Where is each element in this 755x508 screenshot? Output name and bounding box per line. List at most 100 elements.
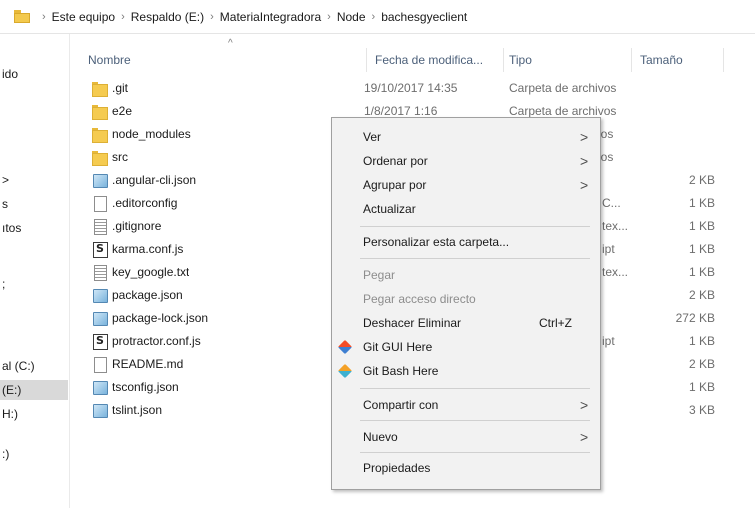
menu-separator xyxy=(360,226,590,227)
git-bash-icon xyxy=(337,363,353,379)
file-size: 1 KB xyxy=(688,242,715,256)
breadcrumb-materiaintegradora[interactable]: MateriaIntegradora xyxy=(220,10,321,24)
file-size: 1 KB xyxy=(688,265,715,279)
menu-item-git-gui[interactable]: Git GUI Here xyxy=(332,335,600,359)
menu-item-label: Pegar acceso directo xyxy=(363,292,476,306)
chevron-right-icon: > xyxy=(580,129,589,145)
nav-item[interactable]: ido xyxy=(0,64,68,84)
file-name: .angular-cli.json xyxy=(112,173,197,187)
breadcrumb-este-equipo[interactable]: Este equipo xyxy=(52,10,115,24)
file-name: package.json xyxy=(112,288,183,302)
file-size: 272 KB xyxy=(675,311,715,325)
chevron-right-icon[interactable]: › xyxy=(121,11,125,23)
column-header-name[interactable]: Nombre xyxy=(84,48,367,72)
menu-separator xyxy=(360,452,590,453)
chevron-right-icon: > xyxy=(580,397,589,413)
folder-icon xyxy=(92,149,108,166)
navigation-pane: ido > s ıtos ; al (C:) (E:) H:) :) xyxy=(0,34,70,508)
folder-icon xyxy=(92,103,108,120)
file-name: .git xyxy=(112,81,129,95)
menu-item-label: Personalizar esta carpeta... xyxy=(363,235,510,249)
menu-item-label: Agrupar por xyxy=(363,178,427,192)
shortcut-label: Ctrl+Z xyxy=(539,316,572,330)
menu-item-label: Ver xyxy=(363,130,382,144)
context-menu: Ver > Ordenar por > Agrupar por > Actual… xyxy=(331,117,601,490)
file-name: .editorconfig xyxy=(112,196,178,210)
file-name: e2e xyxy=(112,104,133,118)
nav-item[interactable]: :) xyxy=(0,444,68,464)
text-file-icon xyxy=(92,218,108,235)
json-file-icon xyxy=(92,287,108,303)
address-bar[interactable]: › Este equipo › Respaldo (E:) › MateriaI… xyxy=(0,0,755,34)
menu-item-label: Propiedades xyxy=(363,461,431,475)
nav-item-drive-c[interactable]: al (C:) xyxy=(0,356,68,376)
file-date: 19/10/2017 14:35 xyxy=(364,81,458,95)
menu-item-label: Nuevo xyxy=(363,430,398,444)
nav-item[interactable]: ; xyxy=(0,274,68,294)
menu-item-actualizar[interactable]: Actualizar xyxy=(332,197,600,221)
file-name: README.md xyxy=(112,357,184,371)
breadcrumb-respaldo[interactable]: Respaldo (E:) xyxy=(131,10,204,24)
file-size: 2 KB xyxy=(688,173,715,187)
file-icon xyxy=(92,195,108,212)
file-name: src xyxy=(112,150,128,164)
file-name: karma.conf.js xyxy=(112,242,184,256)
menu-item-agrupar-por[interactable]: Agrupar por > xyxy=(332,173,600,197)
file-size: 3 KB xyxy=(688,403,715,417)
file-name: node_modules xyxy=(112,127,191,141)
file-size: 1 KB xyxy=(688,334,715,348)
chevron-right-icon[interactable]: › xyxy=(42,11,46,23)
folder-icon xyxy=(92,126,108,143)
file-icon xyxy=(92,356,108,373)
nav-item[interactable]: > xyxy=(0,170,68,190)
column-header-type[interactable]: Tipo xyxy=(504,48,632,72)
menu-separator xyxy=(360,420,590,421)
menu-item-deshacer-eliminar[interactable]: Deshacer Eliminar Ctrl+Z xyxy=(332,311,600,335)
menu-item-ordenar-por[interactable]: Ordenar por > xyxy=(332,149,600,173)
breadcrumb-node[interactable]: Node xyxy=(337,10,366,24)
git-icon xyxy=(337,339,353,355)
menu-item-compartir-con[interactable]: Compartir con > xyxy=(332,393,600,417)
menu-item-pegar-acceso-directo: Pegar acceso directo xyxy=(332,287,600,311)
menu-item-ver[interactable]: Ver > xyxy=(332,125,600,149)
json-file-icon xyxy=(92,379,108,395)
nav-item[interactable]: s xyxy=(0,194,68,214)
file-size: 1 KB xyxy=(688,196,715,210)
breadcrumb-bachesgyeclient[interactable]: bachesgyeclient xyxy=(381,10,467,24)
chevron-right-icon[interactable]: › xyxy=(372,11,376,23)
menu-item-label: Actualizar xyxy=(363,202,416,216)
menu-item-nuevo[interactable]: Nuevo > xyxy=(332,425,600,449)
file-row[interactable]: .git 19/10/2017 14:35 Carpeta de archivo… xyxy=(72,77,755,100)
file-name: .gitignore xyxy=(112,219,162,233)
menu-item-propiedades[interactable]: Propiedades xyxy=(332,456,600,480)
nav-item-drive-h[interactable]: H:) xyxy=(0,404,68,424)
file-size: 1 KB xyxy=(688,380,715,394)
menu-item-label: Ordenar por xyxy=(363,154,428,168)
file-name: tslint.json xyxy=(112,403,163,417)
json-file-icon xyxy=(92,310,108,326)
nav-item-drive-e[interactable]: (E:) xyxy=(0,380,68,400)
file-size: 2 KB xyxy=(688,288,715,302)
folder-icon xyxy=(92,80,108,97)
file-size xyxy=(602,123,715,146)
chevron-right-icon[interactable]: › xyxy=(327,11,331,23)
column-header-date[interactable]: Fecha de modifica... xyxy=(367,48,504,72)
file-size: 1 KB xyxy=(688,219,715,233)
js-file-icon xyxy=(92,333,108,350)
menu-item-git-bash[interactable]: Git Bash Here xyxy=(332,359,600,383)
folder-icon xyxy=(14,10,30,23)
menu-item-label: Deshacer Eliminar xyxy=(363,316,462,330)
menu-item-label: Pegar xyxy=(363,268,396,282)
chevron-right-icon: > xyxy=(580,177,589,193)
menu-item-pegar: Pegar xyxy=(332,263,600,287)
file-size xyxy=(602,100,715,123)
chevron-right-icon[interactable]: › xyxy=(210,11,214,23)
text-file-icon xyxy=(92,264,108,281)
nav-item[interactable]: ıtos xyxy=(0,218,68,238)
menu-item-label: Git Bash Here xyxy=(363,364,439,378)
file-size: 2 KB xyxy=(688,357,715,371)
menu-item-label: Compartir con xyxy=(363,398,439,412)
json-file-icon xyxy=(92,172,108,188)
column-header-size[interactable]: Tamaño xyxy=(632,48,724,72)
menu-item-personalizar[interactable]: Personalizar esta carpeta... xyxy=(332,230,600,254)
